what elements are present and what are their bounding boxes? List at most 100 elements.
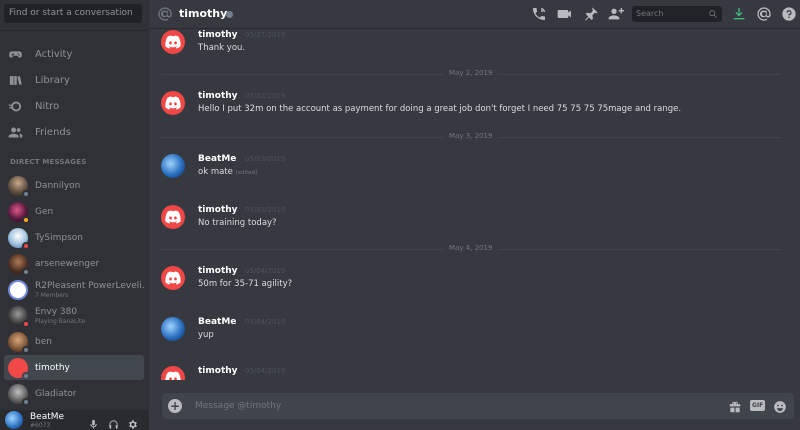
header-status-dot <box>226 11 233 18</box>
emoji-icon[interactable] <box>773 399 787 413</box>
voice-call-icon[interactable] <box>531 6 547 22</box>
message-composer: + GIF <box>162 393 794 419</box>
status-offline-dot <box>22 267 30 276</box>
nav-label: Nitro <box>35 100 60 112</box>
dm-item-tysimpson[interactable]: TySimpson <box>4 225 144 250</box>
nav-library[interactable]: Library <box>8 69 142 91</box>
message-input[interactable] <box>195 393 695 419</box>
dm-item-gen[interactable]: Gen <box>4 199 144 224</box>
author-avatar[interactable] <box>161 366 185 380</box>
avatar <box>8 357 30 380</box>
dm-item-envy-380[interactable]: Envy 380 Playing BanaLite <box>4 303 144 328</box>
message-list: timothy 05/27/2019 Thank you. May 2, 201… <box>149 30 800 380</box>
direct-messages-header: DIRECT MESSAGES <box>10 158 87 166</box>
dm-name: ben <box>35 336 52 347</box>
friends-icon <box>8 127 23 137</box>
user-panel: BeatMe #6073 <box>0 410 149 430</box>
message-author[interactable]: BeatMe <box>198 317 236 327</box>
dm-name: arsenewenger <box>35 258 100 269</box>
message-author[interactable]: timothy <box>198 266 238 276</box>
discord-logo-icon <box>165 371 181 380</box>
status-offline-dot <box>22 371 30 380</box>
dm-item-arsenewenger[interactable]: arsenewenger <box>4 251 144 276</box>
find-conversation-input[interactable]: Find or start a conversation <box>4 4 142 23</box>
avatar <box>8 383 30 406</box>
gift-icon[interactable] <box>728 399 742 413</box>
message-body: ok mate <box>198 167 233 177</box>
download-icon[interactable] <box>731 6 747 22</box>
message-author[interactable]: timothy <box>198 366 238 376</box>
pin-icon[interactable] <box>583 6 599 22</box>
date-divider-label: May 3, 2019 <box>443 132 499 140</box>
discord-logo-icon <box>165 35 181 49</box>
message-timestamp: 05/04/2019 <box>245 318 286 326</box>
dm-item-group[interactable]: R2Pleasent PowerLeveli... 7 Members <box>4 277 144 302</box>
author-avatar[interactable] <box>161 205 185 229</box>
message-author[interactable]: timothy <box>198 30 238 40</box>
dm-item-ben[interactable]: ben <box>4 329 144 354</box>
video-call-icon[interactable] <box>557 6 573 22</box>
nav-label: Friends <box>35 126 71 138</box>
headphones-icon[interactable] <box>108 415 119 429</box>
avatar <box>8 305 30 328</box>
date-divider-label: May 4, 2019 <box>443 244 499 252</box>
nav-nitro[interactable]: Nitro <box>8 95 142 117</box>
microphone-icon[interactable] <box>88 415 99 429</box>
gif-button[interactable]: GIF <box>750 400 766 411</box>
author-avatar[interactable] <box>161 91 185 115</box>
at-sign-icon <box>157 6 173 22</box>
edited-label: (edited) <box>235 170 258 176</box>
controller-icon <box>9 50 22 58</box>
add-friend-icon[interactable] <box>608 6 624 22</box>
avatar <box>8 253 30 276</box>
group-avatar <box>8 279 28 300</box>
nav-friends[interactable]: Friends <box>8 121 142 143</box>
message-text: Hello I put 32m on the account as paymen… <box>198 104 682 114</box>
dm-item-timothy[interactable]: timothy <box>4 355 144 380</box>
discord-logo-icon <box>165 271 181 285</box>
dm-subtitle: Playing BanaLite <box>35 317 86 325</box>
status-idle-dot <box>22 215 30 224</box>
author-avatar[interactable] <box>161 266 185 290</box>
message-timestamp: 05/03/2019 <box>245 155 286 163</box>
dm-item-gladiator[interactable]: Gladiator <box>4 381 144 406</box>
message-author[interactable]: timothy <box>198 91 238 101</box>
dm-name: Gladiator <box>35 388 77 399</box>
author-avatar[interactable] <box>161 30 185 54</box>
dm-subtitle: 7 Members <box>35 291 69 299</box>
status-dnd-dot <box>22 241 30 250</box>
help-icon[interactable] <box>781 6 797 22</box>
discord-logo-icon <box>165 210 181 224</box>
message-author[interactable]: BeatMe <box>198 154 236 164</box>
message-timestamp: 05/04/2019 <box>245 267 286 275</box>
nav-label: Activity <box>35 48 73 60</box>
dm-sidebar: Find or start a conversation Activity Li… <box>0 0 149 430</box>
nitro-icon <box>8 101 22 111</box>
message-text: No training today? <box>198 218 277 228</box>
settings-gear-icon[interactable] <box>127 415 138 429</box>
author-avatar[interactable] <box>161 317 185 341</box>
status-dnd-dot <box>22 319 30 328</box>
mentions-icon[interactable] <box>756 6 772 22</box>
nav-label: Library <box>35 74 70 86</box>
dm-item-dannilyon[interactable]: Dannilyon <box>4 173 144 198</box>
upload-plus-button[interactable]: + <box>168 399 182 413</box>
author-avatar[interactable] <box>161 154 185 178</box>
date-divider: May 3, 2019 <box>161 132 781 140</box>
channel-name: timothy <box>179 7 228 20</box>
channel-header: timothy Search <box>149 0 800 29</box>
user-avatar[interactable] <box>5 411 23 429</box>
message-author[interactable]: timothy <box>198 205 238 215</box>
message-text: Thank you. <box>198 43 246 53</box>
discord-logo-icon <box>165 96 181 110</box>
dm-name: R2Pleasent PowerLeveli... <box>35 280 144 291</box>
message-text: yup <box>198 330 214 340</box>
header-search-input[interactable]: Search <box>632 6 722 22</box>
nav-activity[interactable]: Activity <box>8 43 142 65</box>
library-icon <box>9 75 22 85</box>
avatar <box>8 331 30 354</box>
dm-name: Dannilyon <box>35 180 81 191</box>
message-timestamp: 05/27/2019 <box>245 31 286 39</box>
sidebar-divider <box>0 30 149 31</box>
status-offline-dot <box>22 345 30 354</box>
